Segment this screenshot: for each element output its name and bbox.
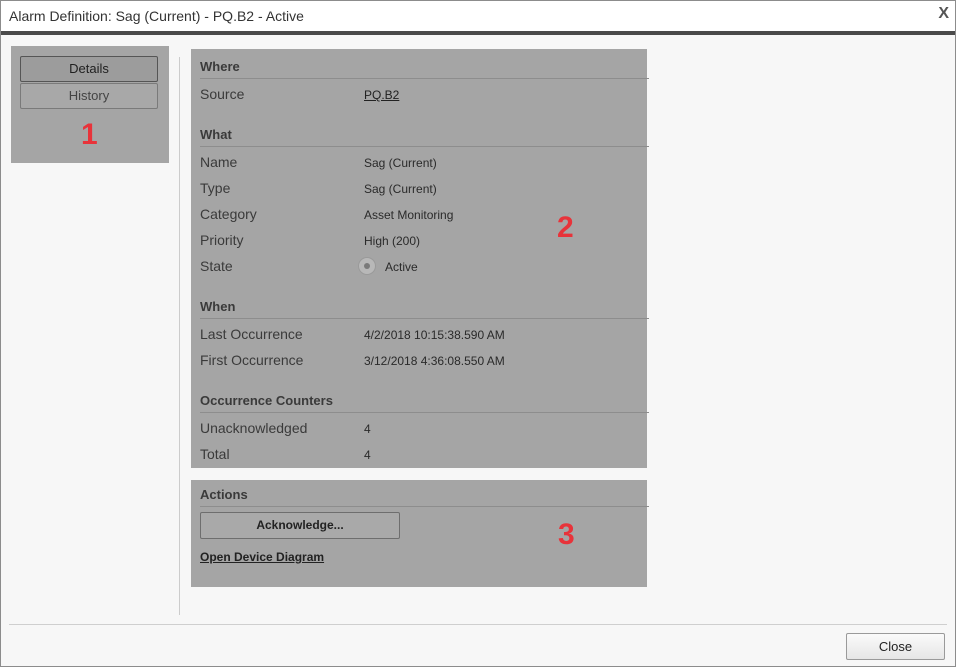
open-device-diagram-link[interactable]: Open Device Diagram bbox=[200, 550, 324, 564]
section-heading-counters: Occurrence Counters bbox=[200, 393, 649, 413]
nav-panel: Details History 1 bbox=[11, 46, 169, 163]
section-heading-when: When bbox=[200, 299, 649, 319]
section-heading-where: Where bbox=[200, 59, 649, 79]
window-title: Alarm Definition: Sag (Current) - PQ.B2 … bbox=[9, 8, 304, 24]
source-label: Source bbox=[200, 86, 245, 102]
source-link[interactable]: PQ.B2 bbox=[364, 88, 399, 102]
state-value: Active bbox=[385, 260, 418, 274]
details-panel: Where Source PQ.B2 What Name Sag (Curren… bbox=[191, 49, 649, 468]
title-bar: Alarm Definition: Sag (Current) - PQ.B2 … bbox=[1, 1, 955, 35]
alarm-definition-dialog: Alarm Definition: Sag (Current) - PQ.B2 … bbox=[0, 0, 956, 667]
annotation-marker-1: 1 bbox=[81, 118, 98, 151]
priority-value: High (200) bbox=[364, 234, 421, 248]
tab-history[interactable]: History bbox=[20, 83, 158, 109]
vertical-divider bbox=[179, 57, 180, 615]
type-value: Sag (Current) bbox=[364, 182, 437, 196]
category-label: Category bbox=[200, 206, 257, 222]
total-value: 4 bbox=[364, 448, 371, 462]
actions-panel: Actions Acknowledge... Open Device Diagr… bbox=[191, 480, 649, 587]
section-heading-what: What bbox=[200, 127, 649, 147]
acknowledge-button[interactable]: Acknowledge... bbox=[200, 512, 400, 539]
name-value: Sag (Current) bbox=[364, 156, 437, 170]
unacknowledged-value: 4 bbox=[364, 422, 371, 436]
annotation-marker-2: 2 bbox=[557, 211, 574, 244]
last-occurrence-value: 4/2/2018 10:15:38.590 AM bbox=[364, 328, 505, 342]
first-occurrence-label: First Occurrence bbox=[200, 352, 304, 368]
first-occurrence-value: 3/12/2018 4:36:08.550 AM bbox=[364, 354, 505, 368]
unacknowledged-label: Unacknowledged bbox=[200, 420, 308, 436]
section-heading-actions: Actions bbox=[200, 487, 649, 507]
priority-label: Priority bbox=[200, 232, 244, 248]
close-icon[interactable]: X bbox=[938, 5, 949, 23]
type-label: Type bbox=[200, 180, 231, 196]
annotation-marker-3: 3 bbox=[558, 518, 575, 551]
close-button[interactable]: Close bbox=[846, 633, 945, 660]
state-label: State bbox=[200, 258, 233, 274]
category-value: Asset Monitoring bbox=[364, 208, 454, 222]
state-indicator-icon bbox=[358, 257, 376, 275]
last-occurrence-label: Last Occurrence bbox=[200, 326, 303, 342]
total-label: Total bbox=[200, 446, 230, 462]
name-label: Name bbox=[200, 154, 238, 170]
tab-details[interactable]: Details bbox=[20, 56, 158, 82]
footer-divider bbox=[9, 624, 947, 625]
